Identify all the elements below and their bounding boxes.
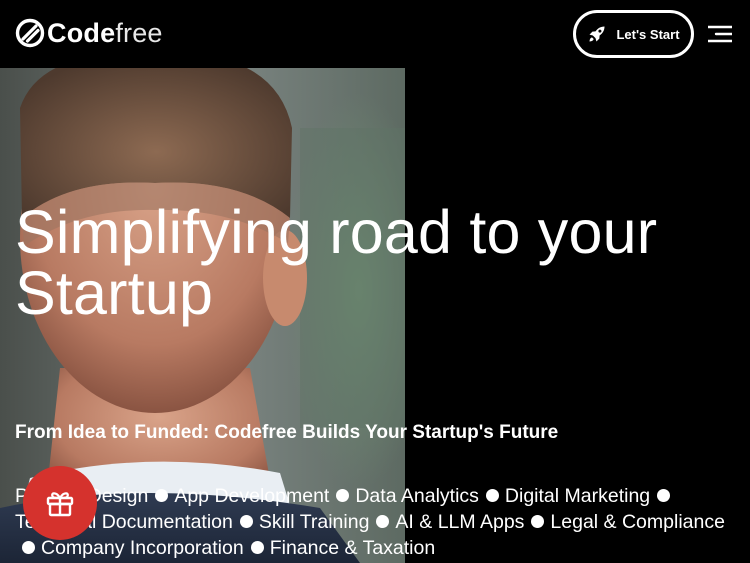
- menu-icon[interactable]: [708, 24, 732, 44]
- logo-text-bold: Code: [47, 18, 116, 48]
- bullet-dot-icon: [376, 515, 390, 528]
- bullet-dot-icon: [22, 541, 35, 554]
- service-item: Data Analytics: [355, 485, 479, 507]
- bullet-dot-icon: [336, 489, 350, 502]
- service-item: Digital Marketing: [504, 485, 651, 507]
- services-list: Product DesignApp DevelopmentData Analyt…: [15, 483, 730, 561]
- bullet-dot-icon: [531, 515, 545, 528]
- service-item: AI & LLM Apps: [395, 511, 525, 533]
- hero-subheadline: From Idea to Funded: Codefree Builds You…: [15, 422, 559, 443]
- bullet-dot-icon: [155, 489, 169, 502]
- service-item: Finance & Taxation: [269, 537, 436, 559]
- bullet-dot-icon: [250, 541, 264, 554]
- service-item: Skill Training: [258, 511, 370, 533]
- gift-icon: [46, 492, 74, 517]
- logo[interactable]: Codefree: [15, 17, 163, 49]
- page: Codefree Let's Start Simplifying road to…: [0, 0, 750, 563]
- logo-text: Codefree: [47, 17, 163, 49]
- bullet-dot-icon: [657, 489, 671, 502]
- service-item: Company Incorporation: [41, 537, 244, 559]
- service-item: Legal & Compliance: [550, 511, 725, 533]
- site-header: Codefree Let's Start: [0, 0, 750, 68]
- bullet-dot-icon: [485, 489, 499, 502]
- hero-headline: Simplifying road to your Startup: [15, 198, 658, 327]
- gift-button[interactable]: [23, 466, 97, 540]
- bullet-dot-icon: [239, 515, 253, 528]
- codefree-logo-icon: [15, 18, 45, 48]
- rocket-icon: [589, 26, 605, 42]
- service-item: App Development: [174, 485, 330, 507]
- lets-start-label: Let's Start: [616, 26, 680, 42]
- lets-start-button[interactable]: Let's Start: [573, 10, 694, 58]
- logo-text-light: free: [115, 18, 163, 48]
